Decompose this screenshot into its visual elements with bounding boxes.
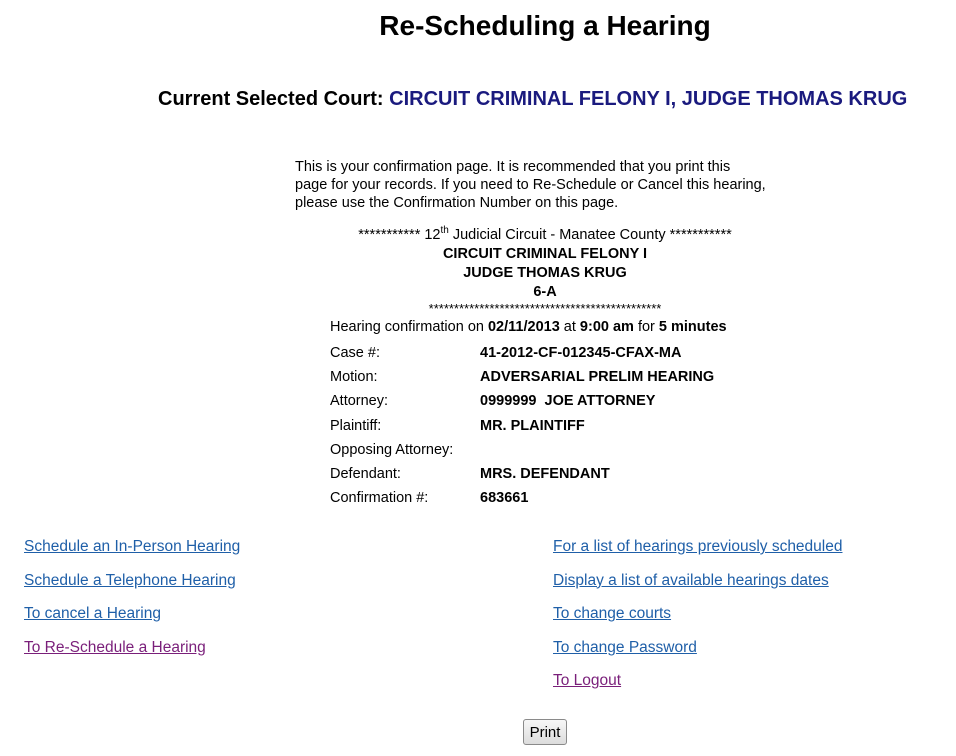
court-label: Current Selected Court:: [158, 88, 384, 110]
detail-label: Attorney:: [330, 393, 389, 410]
page-title: Re-Scheduling a Hearing: [379, 10, 711, 41]
nav-link[interactable]: Schedule an In-Person Hearing: [24, 538, 240, 572]
intro-line: This is your confirmation page. It is re…: [295, 159, 731, 175]
court-name: CIRCUIT CRIMINAL FELONY I, JUDGE THOMAS …: [389, 88, 908, 110]
detail-value: ADVERSARIAL PRELIM HEARING: [480, 369, 715, 386]
detail-label: Plaintiff:: [330, 417, 382, 434]
detail-row: Confirmation #: 683661: [330, 486, 727, 510]
circuit-line: *********** 12th Judicial Circuit - Mana…: [358, 225, 732, 243]
nav-link[interactable]: To Logout: [553, 672, 842, 706]
links-right: For a list of hearings previously schedu…: [553, 538, 842, 706]
detail-value: MR. PLAINTIFF: [480, 417, 585, 434]
stars-divider: ****************************************…: [428, 300, 662, 316]
judge-name: JUDGE THOMAS KRUG: [463, 264, 627, 281]
print-button[interactable]: Print: [523, 719, 567, 745]
current-court: Current Selected Court: CIRCUIT CRIMINAL…: [158, 88, 907, 111]
nav-link[interactable]: To Re-Schedule a Hearing: [24, 639, 240, 673]
nav-link[interactable]: Display a list of available hearings dat…: [553, 572, 842, 606]
detail-row: Opposing Attorney:: [330, 438, 727, 462]
hearing-duration: 5 minutes: [658, 319, 727, 335]
nav-link[interactable]: To change Password: [553, 639, 842, 673]
nav-link[interactable]: To change courts: [553, 605, 842, 639]
intro-line: please use the Confirmation Number on th…: [295, 195, 619, 211]
detail-row: Case #: 41-2012-CF-012345-CFAX-MA: [330, 341, 727, 365]
nav-link[interactable]: Schedule a Telephone Hearing: [24, 572, 240, 606]
detail-row: Motion: ADVERSARIAL PRELIM HEARING: [330, 365, 727, 389]
detail-row: Defendant: MRS. DEFENDANT: [330, 462, 727, 486]
hearing-date: 02/11/2013: [487, 319, 560, 335]
detail-value: 683661: [480, 490, 529, 507]
confirmation-details: Hearing confirmation on 02/11/2013 at 9:…: [330, 319, 727, 510]
division-name: CIRCUIT CRIMINAL FELONY I: [442, 245, 648, 262]
nav-link[interactable]: For a list of hearings previously schedu…: [553, 538, 842, 572]
room-number: 6-A: [533, 283, 557, 300]
confirmation-intro: This is your confirmation page. It is re…: [295, 158, 815, 212]
detail-value: 41-2012-CF-012345-CFAX-MA: [480, 345, 682, 362]
detail-row: Attorney: 0999999 JOE ATTORNEY: [330, 389, 727, 413]
intro-line: page for your records. If you need to Re…: [295, 177, 766, 193]
detail-label: Case #:: [330, 345, 380, 362]
hearing-time: 9:00 am: [579, 319, 634, 335]
detail-label: Opposing Attorney:: [330, 441, 454, 458]
links-left: Schedule an In-Person Hearing Schedule a …: [24, 538, 240, 672]
court-header-block: *********** 12th Judicial Circuit - Mana…: [300, 221, 790, 316]
hearing-confirmation-line: Hearing confirmation on 02/11/2013 at 9:…: [330, 319, 727, 335]
nav-link[interactable]: To cancel a Hearing: [24, 605, 240, 639]
detail-value: MRS. DEFENDANT: [480, 466, 610, 483]
detail-row: Plaintiff: MR. PLAINTIFF: [330, 414, 727, 438]
detail-value: 0999999 JOE ATTORNEY: [480, 393, 656, 410]
detail-label: Defendant:: [330, 466, 401, 483]
detail-label: Motion:: [330, 369, 378, 386]
detail-label: Confirmation #:: [330, 490, 429, 507]
